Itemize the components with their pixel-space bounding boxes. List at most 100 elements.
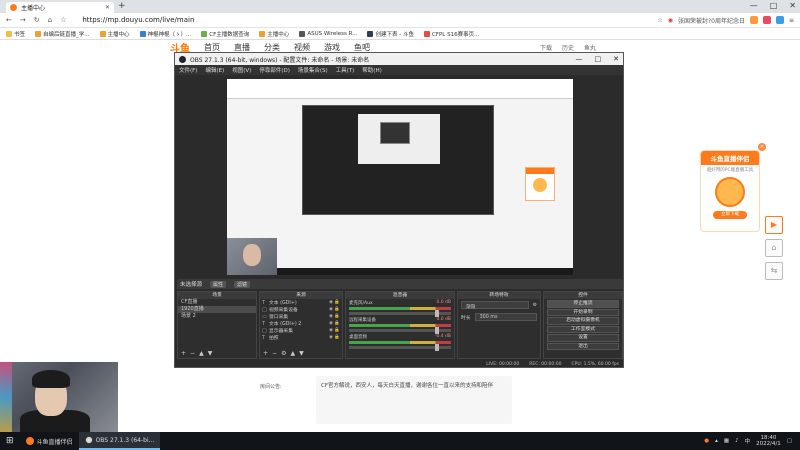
extension-red-icon[interactable] <box>762 16 771 24</box>
maximize-button[interactable]: □ <box>595 55 602 63</box>
notification-icon[interactable]: ▢ <box>787 438 792 444</box>
extension-blue-icon[interactable] <box>775 16 784 24</box>
tray-icon[interactable]: ▴ <box>715 438 718 444</box>
menu-item[interactable]: 视图(V) <box>232 66 251 74</box>
exit-button[interactable]: 退出 <box>547 342 619 350</box>
duration-input[interactable]: 300 ms <box>474 313 537 321</box>
remove-icon[interactable]: − <box>190 350 195 357</box>
nav-item[interactable]: 分类 <box>264 42 280 53</box>
bookmark-item[interactable]: ASUS Wireless R... <box>299 30 357 37</box>
nav-item[interactable]: 首页 <box>204 42 220 53</box>
bookmark-item[interactable]: 神棍神棍（ゝ）... <box>139 30 191 38</box>
menu-icon[interactable]: ≡ <box>789 17 794 24</box>
down-icon[interactable]: ▼ <box>208 350 213 357</box>
gear-icon[interactable]: ⚙ <box>281 350 286 357</box>
tray-icon[interactable]: ● <box>704 438 709 444</box>
bookmark-item[interactable]: 创建下表 - 斗鱼 <box>367 30 414 38</box>
eye-icon[interactable]: ◉ 🔒 <box>329 328 340 333</box>
volume-slider[interactable] <box>349 310 451 317</box>
menu-item[interactable]: 文件(F) <box>179 66 197 74</box>
fishball-link[interactable]: 鱼丸 <box>584 43 596 52</box>
bookmark-star-icon[interactable]: ☆ <box>657 17 662 24</box>
scene-item[interactable]: 场景 2 <box>178 313 256 320</box>
menu-item[interactable]: 工具(T) <box>336 66 355 74</box>
refresh-icon[interactable]: ↻ <box>34 16 40 24</box>
menu-item[interactable]: 场景集合(S) <box>298 66 328 74</box>
source-item[interactable]: ▭ 窗口采集 ◉ 🔒 <box>260 313 342 321</box>
nav-item[interactable]: 直播 <box>234 42 250 53</box>
remove-icon[interactable]: − <box>272 350 277 357</box>
maximize-button[interactable]: □ <box>770 1 778 10</box>
bookmark-item[interactable]: CFPL S16赛事页... <box>423 30 479 38</box>
bookmark-item[interactable]: 自编后链直播_学... <box>35 30 90 38</box>
source-item[interactable]: T 拍照 ◉ 🔒 <box>260 334 342 342</box>
switch-icon[interactable]: ⇆ <box>765 262 783 280</box>
clock[interactable]: 18:40 2022/4/1 <box>756 435 781 447</box>
start-recording-button[interactable]: 开始录制 <box>547 308 619 316</box>
taskbar-item[interactable]: OBS 27.1.3 (64-bi... <box>78 432 161 450</box>
up-icon[interactable]: ▲ <box>199 350 204 357</box>
tab-close-icon[interactable]: ✕ <box>105 4 110 11</box>
history-link[interactable]: 历史 <box>562 43 574 52</box>
bookmark-item[interactable]: 书签 <box>6 30 25 38</box>
forward-icon[interactable]: → <box>20 16 26 24</box>
scene-item[interactable]: 1920直播 <box>178 306 256 313</box>
minimize-button[interactable]: — <box>750 1 758 10</box>
volume-icon[interactable]: ♪ <box>735 438 739 444</box>
eye-icon[interactable]: ◉ 🔒 <box>329 335 340 340</box>
news-icon[interactable]: ◉ <box>668 17 673 24</box>
download-link[interactable]: 下载 <box>540 43 552 52</box>
menu-item[interactable]: 停靠部件(D) <box>259 66 290 74</box>
source-item[interactable]: □ 显示器采集 ◉ 🔒 <box>260 327 342 335</box>
eye-icon[interactable]: ◉ 🔒 <box>329 321 340 326</box>
settings-button[interactable]: 设置 <box>547 334 619 342</box>
volume-slider[interactable] <box>349 327 451 334</box>
announcement-box[interactable]: CF官方解说，西安人，每天白天直播，谢谢各位一直以来的支持和陪伴 <box>316 376 512 424</box>
browser-tab[interactable]: 主播中心 ✕ <box>6 2 114 13</box>
source-item[interactable]: □ 视频采集设备 ◉ 🔒 <box>260 306 342 314</box>
url-field[interactable]: https://mp.douyu.com/live/main <box>82 16 194 24</box>
filters-button[interactable]: 滤镜 <box>234 280 251 288</box>
scene-item[interactable]: CF直播 <box>178 299 256 306</box>
new-tab-button[interactable]: + <box>118 1 126 11</box>
add-icon[interactable]: + <box>263 350 268 357</box>
download-button[interactable]: 立即下载 <box>713 211 747 219</box>
down-icon[interactable]: ▼ <box>299 350 304 357</box>
start-button[interactable]: ⊞ <box>0 432 20 450</box>
source-item[interactable]: T 文本 (GDI+) 2 ◉ 🔒 <box>260 320 342 328</box>
star-icon[interactable]: ☆ <box>60 16 66 24</box>
obs-preview[interactable] <box>227 79 573 275</box>
minimize-button[interactable]: — <box>576 55 583 63</box>
play-icon[interactable]: ▶ <box>765 216 783 234</box>
gear-icon[interactable]: ⚙ <box>533 303 537 308</box>
stop-streaming-button[interactable]: 停止推流 <box>547 300 619 308</box>
eye-icon[interactable]: ◉ 🔒 <box>329 307 340 312</box>
home-icon[interactable]: ⌂ <box>765 239 783 257</box>
side-ad[interactable]: 斗鱼直播伴侣 超好用的PC端直播工具 立即下载 <box>700 150 760 232</box>
source-item[interactable]: T 文本 (GDI+) ◉ 🔒 <box>260 299 342 307</box>
up-icon[interactable]: ▲ <box>290 350 295 357</box>
close-button[interactable]: ✕ <box>789 1 796 10</box>
taskbar-item[interactable]: 斗鱼直播伴侣 <box>20 432 79 450</box>
properties-button[interactable]: 属性 <box>210 280 227 288</box>
nav-item[interactable]: 鱼吧 <box>354 42 370 53</box>
eye-icon[interactable]: ◉ 🔒 <box>329 314 340 319</box>
close-button[interactable]: ✕ <box>613 55 619 63</box>
bookmark-item[interactable]: 主播中心 <box>259 30 289 38</box>
ime-icon[interactable]: 中 <box>745 437 751 445</box>
extension-orange-icon[interactable] <box>749 16 758 24</box>
add-icon[interactable]: + <box>181 350 186 357</box>
bookmark-item[interactable]: 主播中心 <box>99 30 130 38</box>
studio-mode-button[interactable]: 工作室模式 <box>547 325 619 333</box>
transition-select[interactable]: 渐隐 <box>461 301 529 310</box>
eye-icon[interactable]: ◉ 🔒 <box>329 300 340 305</box>
nav-item[interactable]: 游戏 <box>324 42 340 53</box>
home-icon[interactable]: ⌂ <box>48 16 52 24</box>
menu-item[interactable]: 帮助(H) <box>362 66 381 74</box>
headline-text[interactable]: 张国荣被封?0周年纪念日 <box>678 16 745 25</box>
menu-item[interactable]: 编辑(E) <box>205 66 224 74</box>
virtual-camera-button[interactable]: 启动虚拟摄像机 <box>547 317 619 325</box>
back-icon[interactable]: ← <box>6 16 12 24</box>
close-icon[interactable]: × <box>758 143 766 151</box>
network-icon[interactable]: ▦ <box>724 438 729 444</box>
